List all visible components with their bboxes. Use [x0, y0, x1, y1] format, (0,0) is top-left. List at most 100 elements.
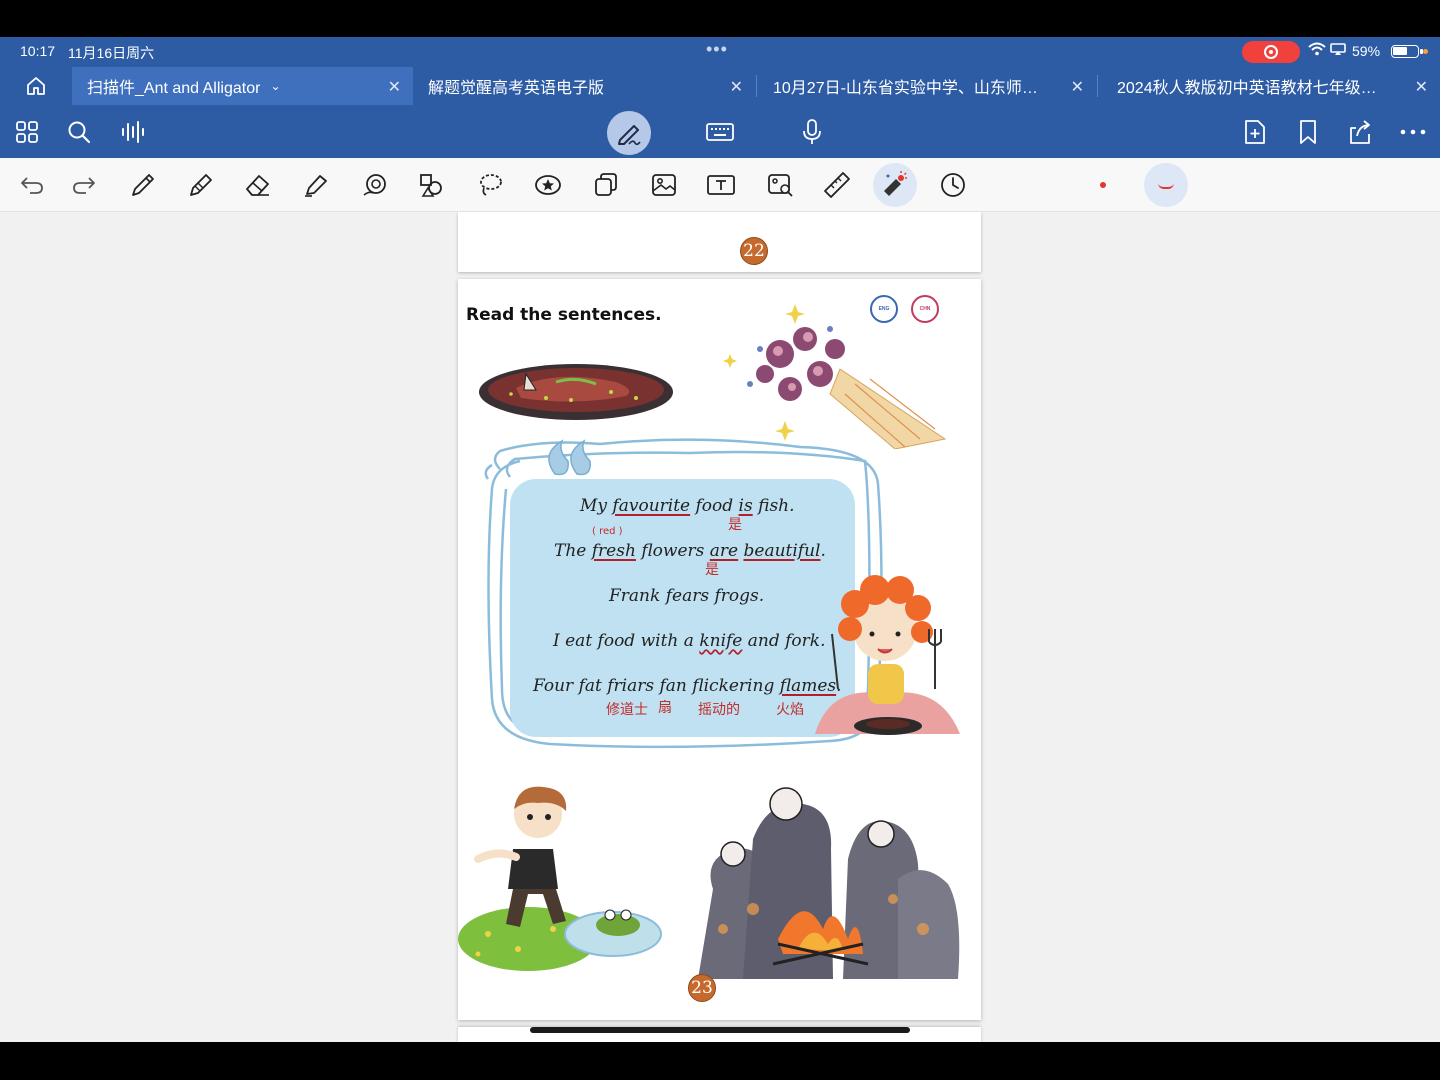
tab-title: 解题觉醒高考英语电子版	[428, 80, 605, 97]
ruler-icon[interactable]	[822, 170, 852, 200]
battery-level	[1393, 47, 1407, 55]
sentence-text: My	[580, 496, 613, 516]
annotation-flames: 火焰	[776, 702, 804, 718]
tab-3[interactable]: 10月27日-山东省实验中学、山东师… ✕	[758, 67, 1096, 105]
share-icon[interactable]	[1345, 117, 1375, 147]
ipad-screen: 10:17 11月16日周六 ••• 59% 扫描件_Ant and Allig…	[0, 0, 1440, 1080]
annotation-red: ( red )	[592, 526, 623, 537]
underlined-word: is	[738, 496, 753, 516]
home-indicator[interactable]	[530, 1027, 910, 1033]
audio-icon[interactable]	[118, 117, 148, 147]
sentence-text: The	[554, 541, 592, 561]
close-icon[interactable]: ✕	[730, 77, 743, 97]
underlined-word: beautiful	[743, 541, 821, 561]
keyboard-icon[interactable]	[705, 117, 735, 147]
pen-mode-icon	[618, 125, 641, 146]
status-date: 11月16日周六	[68, 45, 155, 61]
underlined-word: are	[709, 541, 739, 561]
add-page-icon[interactable]	[1240, 117, 1270, 147]
undo-icon[interactable]	[17, 170, 47, 200]
app-header: 10:17 11月16日周六 ••• 59% 扫描件_Ant and Allig…	[0, 37, 1440, 158]
main-toolbar	[0, 105, 1440, 158]
laser-icon[interactable]	[880, 170, 910, 200]
boy-frog-illustration	[458, 786, 662, 971]
sticker-icon[interactable]	[533, 170, 563, 200]
screen-mirror-icon	[1330, 43, 1346, 55]
previous-page[interactable]: 22	[458, 212, 981, 272]
underlined-word: fresh	[591, 541, 636, 561]
tab-2[interactable]: 解题觉醒高考英语电子版 ✕	[413, 67, 755, 105]
chevron-down-icon[interactable]: ⌄	[270, 79, 280, 93]
eraser-icon[interactable]	[243, 170, 273, 200]
lasso-icon[interactable]	[475, 170, 505, 200]
annotation-friars: 修道士	[606, 702, 648, 718]
pen-mode-button[interactable]	[607, 111, 651, 155]
document-page[interactable]: Read the sentences. ENG CHN My favourite…	[458, 279, 981, 1020]
privacy-dot	[1423, 49, 1428, 54]
more-icon[interactable]	[1398, 117, 1428, 147]
highlighter-icon[interactable]	[301, 170, 331, 200]
bookmark-icon[interactable]	[1293, 117, 1323, 147]
tab-title: 2024秋人教版初中英语教材七年级…	[1117, 80, 1377, 97]
sentence-3: Frank fears frogs.	[609, 586, 765, 606]
sentence-text: food	[690, 496, 739, 516]
shapes-icon[interactable]	[417, 170, 447, 200]
close-icon[interactable]: ✕	[388, 77, 401, 97]
ink-color-selected[interactable]	[1144, 163, 1188, 207]
tab-separator	[756, 75, 757, 97]
underlined-word: knife	[699, 631, 743, 651]
tab-bar: 扫描件_Ant and Alligator ⌄ ✕ 解题觉醒高考英语电子版 ✕ …	[0, 67, 1440, 105]
sentence-2: The fresh flowers are beautiful.	[554, 541, 826, 561]
tab-1[interactable]: 扫描件_Ant and Alligator ⌄ ✕	[72, 67, 413, 105]
sentence-text: flowers	[635, 541, 710, 561]
timer-icon[interactable]	[938, 170, 968, 200]
tab-title: 10月27日-山东省实验中学、山东师…	[773, 80, 1038, 97]
wifi-icon	[1308, 42, 1326, 56]
ink-stroke-icon	[1158, 183, 1174, 189]
home-icon	[27, 77, 45, 95]
record-icon	[1264, 45, 1278, 59]
battery-percent: 59%	[1352, 43, 1381, 59]
sentence-text: .	[820, 541, 826, 561]
sentence-text: fish.	[752, 496, 795, 516]
image-search-icon[interactable]	[765, 170, 795, 200]
annotation-flickering: 摇动的	[698, 702, 740, 718]
tab-4[interactable]: 2024秋人教版初中英语教材七年级… ✕	[1102, 67, 1440, 105]
underlined-word: favourite	[612, 496, 691, 516]
image-icon[interactable]	[649, 170, 679, 200]
multitask-dots-icon[interactable]: •••	[706, 39, 728, 60]
home-button[interactable]	[0, 67, 72, 105]
tab-title: 扫描件_Ant and Alligator	[87, 80, 261, 97]
pen-icon[interactable]	[128, 170, 158, 200]
page-heading: Read the sentences.	[466, 305, 662, 325]
copy-icon[interactable]	[591, 170, 621, 200]
sentence-text: I eat food with a	[553, 631, 700, 651]
shape-icon[interactable]	[360, 170, 390, 200]
redo-icon[interactable]	[69, 170, 99, 200]
tab-separator	[1097, 75, 1098, 97]
flowers-illustration	[723, 304, 947, 449]
sentence-text: Four fat friars fan flickering	[533, 676, 780, 696]
close-icon[interactable]: ✕	[1415, 77, 1428, 97]
screen-recording-indicator[interactable]	[1242, 41, 1300, 63]
grid-icon[interactable]	[12, 117, 42, 147]
close-icon[interactable]: ✕	[1071, 77, 1084, 97]
friars-fire-illustration	[698, 787, 960, 979]
color-dot-red[interactable]	[1100, 182, 1106, 188]
document-canvas[interactable]: 22 Read the sentences. ENG CHN My favour…	[0, 212, 1440, 1042]
sentence-1: My favourite food is fish.	[580, 496, 795, 516]
fish-dish-illustration	[479, 364, 673, 420]
top-letterbox	[0, 0, 1440, 37]
annotation-are: 是	[705, 562, 719, 578]
search-icon[interactable]	[64, 117, 94, 147]
microphone-icon[interactable]	[797, 117, 827, 147]
page-number-badge: 23	[688, 974, 716, 1002]
annotation-fan: 扇	[658, 700, 672, 716]
annotation-is: 是	[728, 517, 742, 533]
sentence-5: Four fat friars fan flickering flames.	[533, 676, 842, 696]
text-icon[interactable]	[706, 170, 736, 200]
pencil-icon[interactable]	[186, 170, 216, 200]
battery-icon	[1391, 45, 1423, 58]
drawing-toolbar	[0, 158, 1440, 212]
bottom-letterbox	[0, 1042, 1440, 1080]
